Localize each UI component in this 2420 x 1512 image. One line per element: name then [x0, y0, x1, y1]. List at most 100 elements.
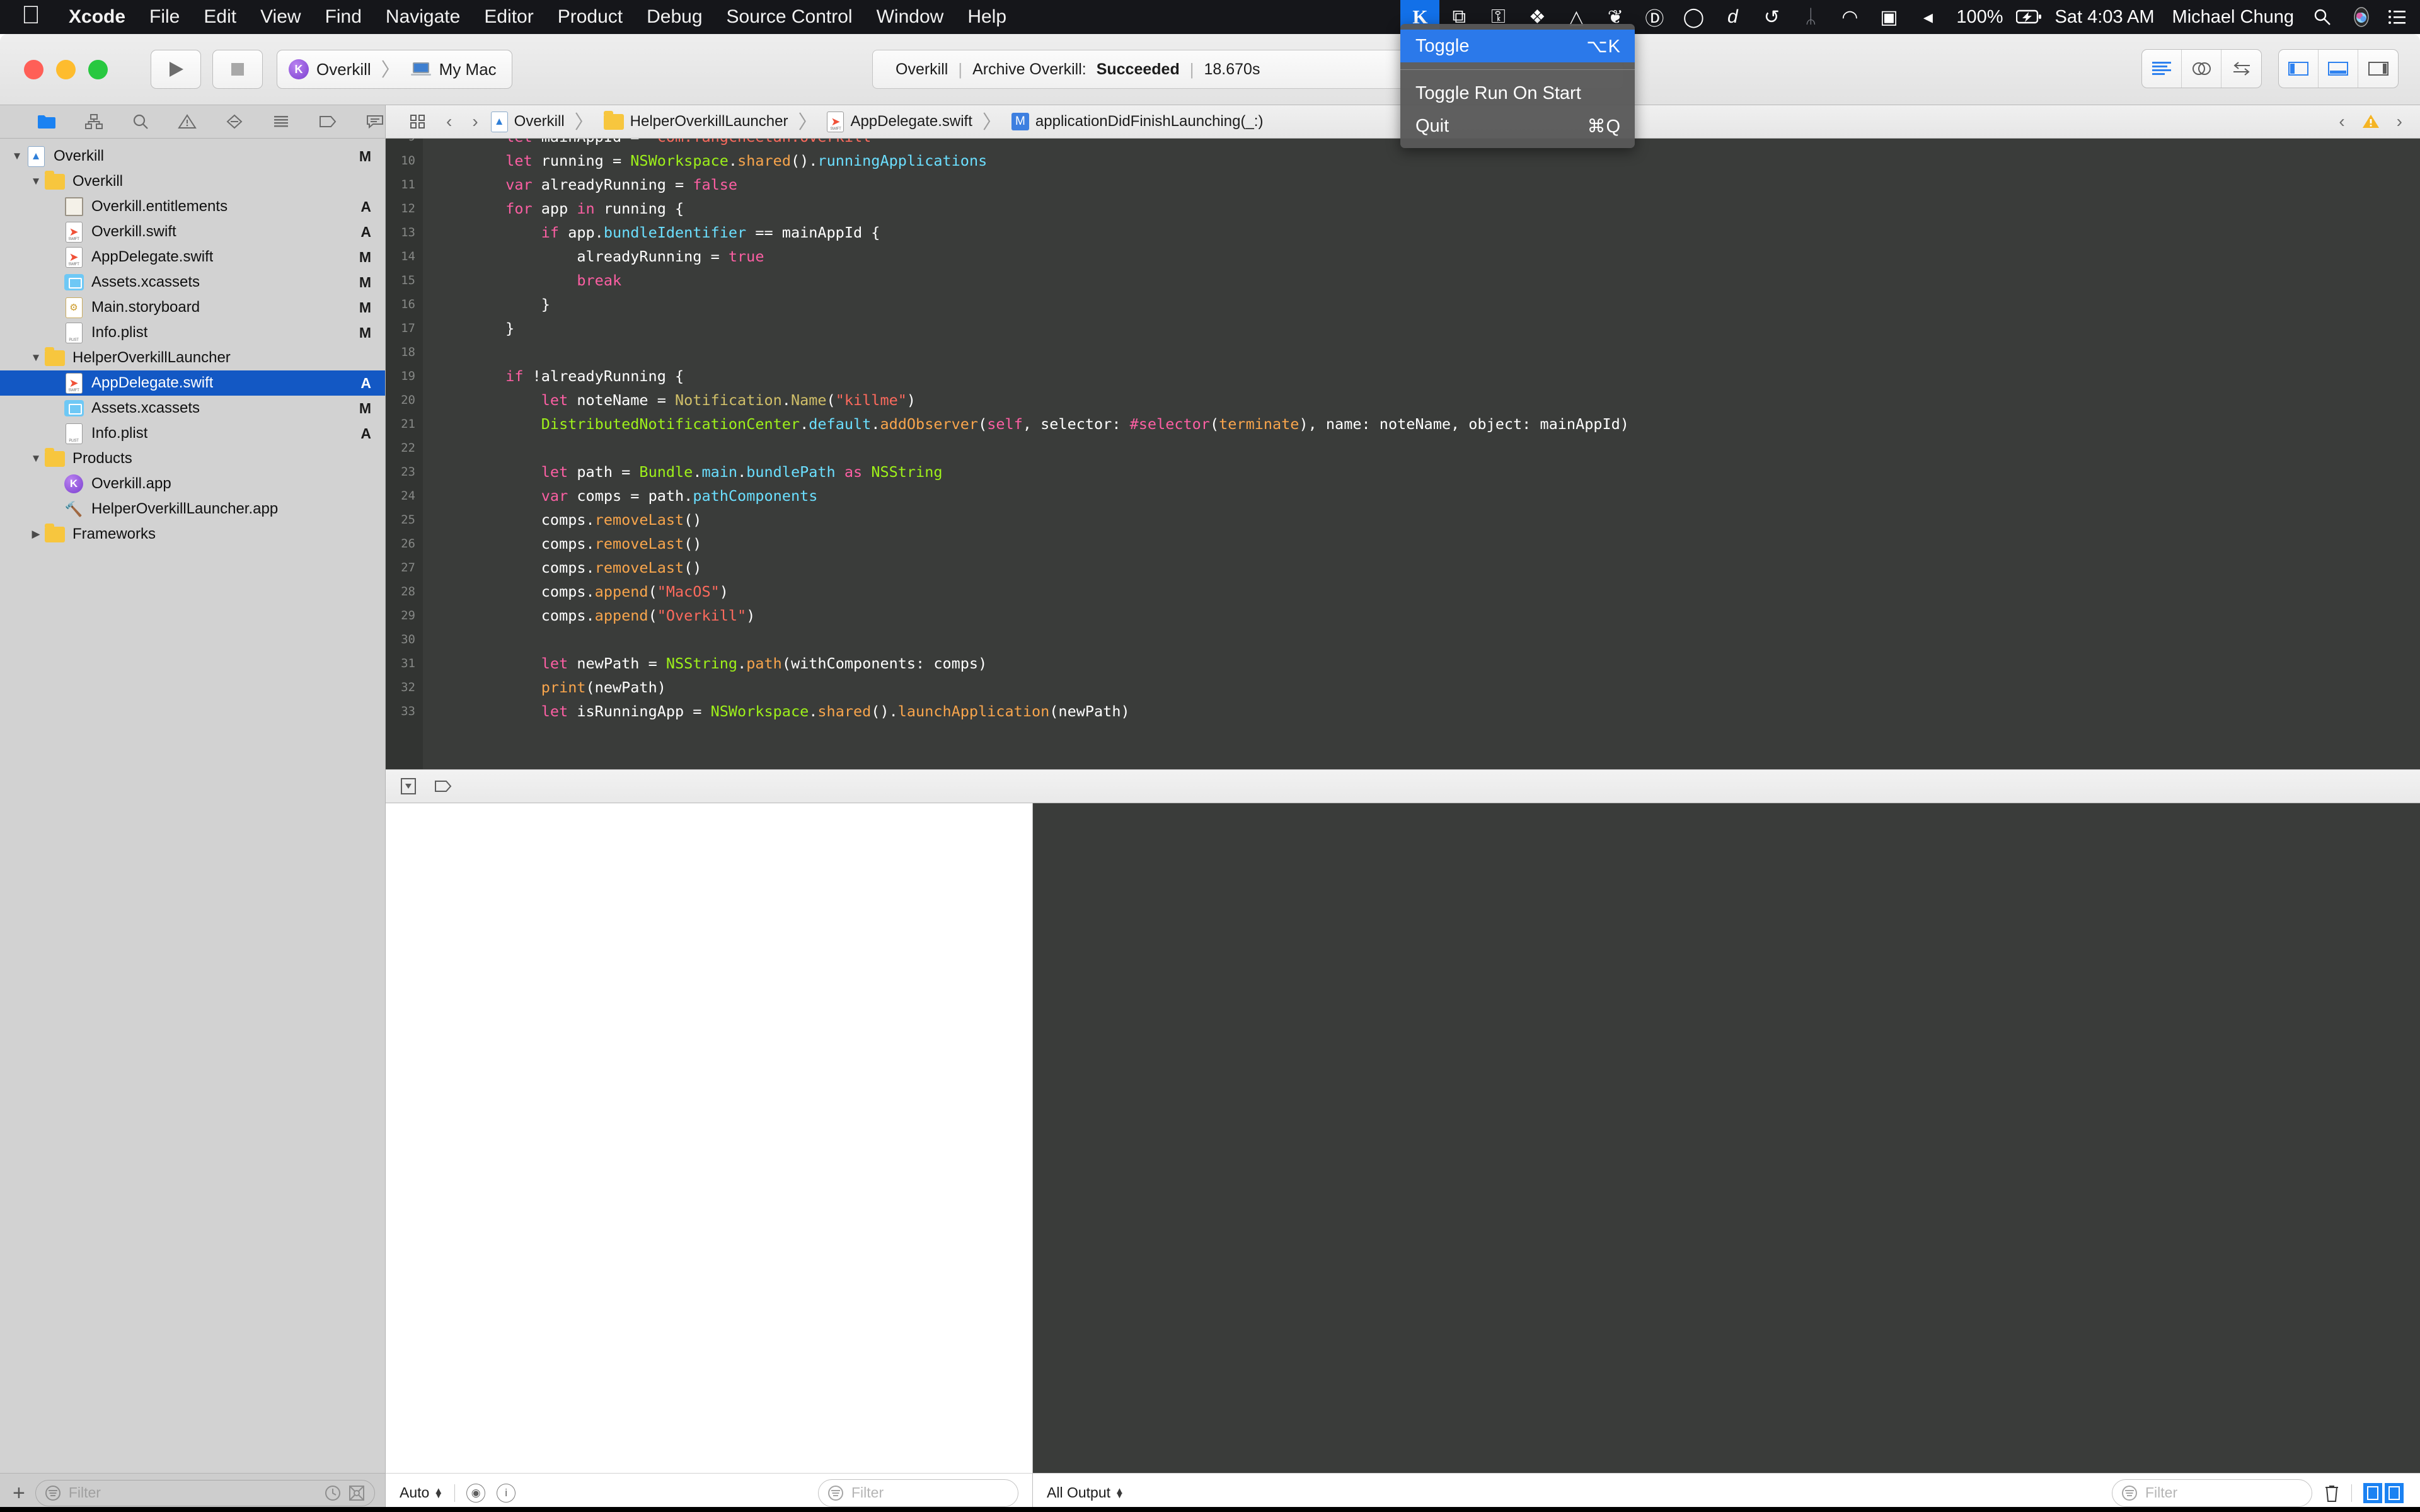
debug-area-split-toggles[interactable]: [2363, 1483, 2404, 1503]
assistant-editor-icon[interactable]: [2182, 50, 2221, 88]
file-tree-row[interactable]: ▼▲OverkillM: [0, 144, 385, 169]
go-forward-button[interactable]: ›: [462, 112, 488, 132]
breadcrumb-project[interactable]: ▲ Overkill: [488, 112, 567, 132]
run-button[interactable]: [151, 50, 201, 89]
console-filter-field[interactable]: Filter: [2112, 1479, 2312, 1507]
navigator-filter-field[interactable]: Filter: [35, 1480, 375, 1506]
clear-console-icon[interactable]: [2324, 1483, 2340, 1503]
show-variables-icon[interactable]: [2363, 1483, 2382, 1503]
variables-filter-field[interactable]: Filter: [818, 1479, 1018, 1507]
airplay-icon[interactable]: ▣: [1869, 0, 1908, 34]
file-tree-row[interactable]: Assets.xcassetsM: [0, 270, 385, 295]
file-tree-row[interactable]: Info.plistA: [0, 421, 385, 446]
file-tree-row[interactable]: KOverkill.app: [0, 471, 385, 496]
previous-issue-button[interactable]: ‹: [2339, 112, 2344, 132]
report-navigator-icon[interactable]: [365, 111, 385, 132]
menu-product[interactable]: Product: [546, 6, 635, 28]
test-navigator-icon[interactable]: [224, 111, 245, 132]
menu-window[interactable]: Window: [865, 6, 956, 28]
file-tree-row[interactable]: ▶Frameworks: [0, 522, 385, 547]
source-control-navigator-icon[interactable]: [83, 111, 103, 132]
recent-files-icon[interactable]: [324, 1484, 342, 1502]
spotlight-search-icon[interactable]: [2303, 0, 2342, 34]
breakpoint-navigator-icon[interactable]: [318, 111, 338, 132]
menu-help[interactable]: Help: [955, 6, 1018, 28]
disclosure-triangle-open[interactable]: ▼: [28, 352, 44, 364]
toggle-debug-area-icon[interactable]: [2319, 50, 2358, 88]
variables-scope-popup[interactable]: Auto ▲▼: [400, 1484, 443, 1501]
zoom-button[interactable]: [88, 60, 108, 79]
breadcrumb-group[interactable]: HelperOverkillLauncher: [601, 113, 791, 130]
menu-navigate[interactable]: Navigate: [374, 6, 472, 28]
show-console-icon[interactable]: [2385, 1483, 2404, 1503]
minimize-button[interactable]: [56, 60, 76, 79]
file-tree-row[interactable]: Assets.xcassetsM: [0, 396, 385, 421]
scheme-selector[interactable]: K Overkill 〉 My Mac: [277, 50, 512, 89]
disclosure-triangle-open[interactable]: ▼: [28, 175, 44, 188]
file-tree-row[interactable]: ▼Products: [0, 446, 385, 471]
file-tree-row[interactable]: ▼Overkill: [0, 169, 385, 194]
console-output-popup[interactable]: All Output ▲▼: [1047, 1484, 1124, 1501]
editor-mode-segmented-control[interactable]: [2141, 49, 2262, 88]
find-navigator-icon[interactable]: [130, 111, 151, 132]
related-items-icon[interactable]: [400, 114, 436, 129]
wifi-icon[interactable]: ◠: [1830, 0, 1869, 34]
circle-d-icon[interactable]: Ⓓ: [1635, 0, 1674, 34]
add-file-button[interactable]: +: [13, 1482, 25, 1504]
project-navigator-icon[interactable]: [37, 111, 57, 132]
file-tree-row[interactable]: Overkill.entitlementsA: [0, 194, 385, 219]
apple-logo-icon[interactable]: : [0, 3, 57, 28]
disclosure-triangle-open[interactable]: ▼: [28, 452, 44, 465]
panel-toggles-segmented-control[interactable]: [2278, 49, 2399, 88]
breakpoints-activate-icon[interactable]: [434, 778, 455, 794]
battery-percent-label[interactable]: 100%: [1947, 7, 2012, 28]
menu-find[interactable]: Find: [313, 6, 374, 28]
file-tree-row[interactable]: ▼HelperOverkillLauncher: [0, 345, 385, 370]
menu-editor[interactable]: Editor: [472, 6, 545, 28]
variables-list[interactable]: [386, 803, 1032, 1473]
file-tree-row[interactable]: ➤Overkill.swiftA: [0, 219, 385, 244]
file-tree-row-selected[interactable]: ➤AppDelegate.swiftA: [0, 370, 385, 396]
clock-label[interactable]: Sat 4:03 AM: [2046, 7, 2164, 28]
menu-xcode[interactable]: Xcode: [57, 6, 137, 28]
console-output[interactable]: [1033, 803, 2420, 1473]
watch-expression-icon[interactable]: ◉: [466, 1484, 485, 1503]
menu-source-control[interactable]: Source Control: [715, 6, 865, 28]
warning-triangle-icon[interactable]: [2361, 113, 2380, 130]
next-issue-button[interactable]: ›: [2397, 112, 2402, 132]
disclosure-triangle-closed[interactable]: ▶: [28, 528, 44, 541]
breadcrumb-file[interactable]: ➤ AppDelegate.swift: [824, 112, 974, 132]
user-name-label[interactable]: Michael Chung: [2164, 7, 2303, 28]
version-editor-icon[interactable]: [2221, 50, 2261, 88]
volume-icon[interactable]: ◂: [1908, 0, 1947, 34]
menu-file[interactable]: File: [137, 6, 192, 28]
menu-view[interactable]: View: [248, 6, 313, 28]
debug-navigator-icon[interactable]: [271, 111, 291, 132]
file-tree-row[interactable]: ➤AppDelegate.swiftM: [0, 244, 385, 270]
notification-center-icon[interactable]: [2381, 0, 2420, 34]
code-text-area[interactable]: let mainAppId = "com.fangcheetah.Overkil…: [423, 139, 2420, 769]
source-control-filter-icon[interactable]: [348, 1484, 366, 1502]
bluetooth-icon[interactable]: ᛦ: [1791, 0, 1830, 34]
siri-icon[interactable]: [2342, 0, 2381, 34]
menu-debug[interactable]: Debug: [635, 6, 714, 28]
issue-navigator-icon[interactable]: [177, 111, 197, 132]
menu-item-toggle[interactable]: Toggle ⌥K: [1400, 30, 1635, 62]
italic-d-icon[interactable]: d: [1713, 0, 1752, 34]
object-info-icon[interactable]: i: [497, 1484, 516, 1503]
battery-charging-icon[interactable]: [2012, 0, 2046, 34]
file-tree-row[interactable]: Info.plistM: [0, 320, 385, 345]
wave-oval-icon[interactable]: ◯: [1674, 0, 1713, 34]
menu-item-toggle-run-on-start[interactable]: Toggle Run On Start: [1400, 77, 1635, 110]
stop-button[interactable]: [212, 50, 263, 89]
file-tree-row[interactable]: 🔨HelperOverkillLauncher.app: [0, 496, 385, 522]
menu-edit[interactable]: Edit: [192, 6, 248, 28]
time-machine-icon[interactable]: ↺: [1752, 0, 1791, 34]
disclosure-triangle-open[interactable]: ▼: [9, 150, 25, 163]
overkill-status-menu[interactable]: Toggle ⌥K Toggle Run On Start Quit ⌘Q: [1400, 24, 1635, 148]
close-button[interactable]: [24, 60, 43, 79]
breadcrumb-symbol[interactable]: M applicationDidFinishLaunching(_:): [1009, 113, 1266, 130]
file-tree-row[interactable]: ⚙Main.storyboardM: [0, 295, 385, 320]
source-code-editor[interactable]: 9101112131415161718192021222324252627282…: [386, 139, 2420, 769]
project-file-tree[interactable]: ▼▲OverkillM▼OverkillOverkill.entitlement…: [0, 139, 385, 1473]
